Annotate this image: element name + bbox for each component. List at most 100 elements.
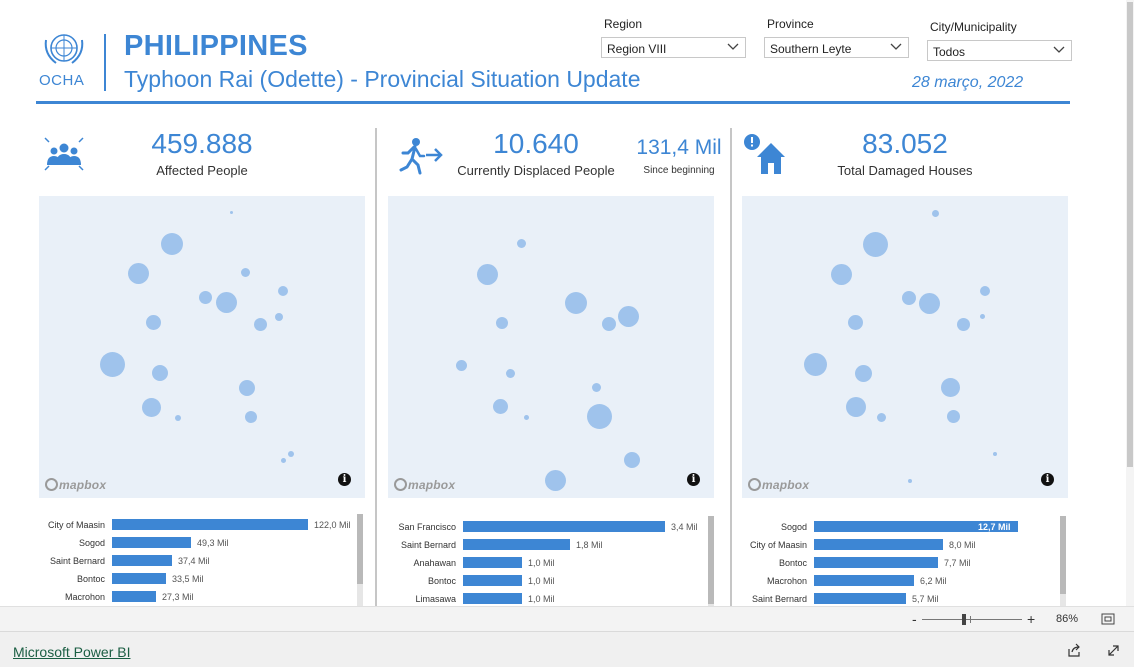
chart-scrollbar-thumb[interactable] <box>1060 516 1066 594</box>
bar[interactable] <box>463 575 522 586</box>
map-bubble[interactable] <box>128 263 149 284</box>
bar[interactable] <box>814 575 914 586</box>
powerbi-link[interactable]: Microsoft Power BI <box>13 644 130 660</box>
share-icon[interactable] <box>1067 643 1082 658</box>
mapbox-logo[interactable]: mapbox <box>45 478 106 492</box>
map-bubble[interactable] <box>855 365 872 382</box>
page-scrollbar[interactable] <box>1126 0 1134 606</box>
map-bubble[interactable] <box>281 458 286 463</box>
bar-row[interactable]: Limasawa 1,0 Mil <box>388 590 698 606</box>
bar[interactable] <box>814 539 943 550</box>
map-bubble[interactable] <box>618 306 639 327</box>
map-bubble[interactable] <box>239 380 255 396</box>
bar-row[interactable]: Sogod 49,3 Mil <box>39 534 349 552</box>
zoom-out-button[interactable]: - <box>912 611 917 627</box>
map-bubble[interactable] <box>175 415 181 421</box>
chart-scrollbar[interactable] <box>1060 516 1066 606</box>
bar-row[interactable]: Saint Bernard 5,7 Mil <box>742 590 1052 606</box>
map-bubble[interactable] <box>254 318 267 331</box>
damaged-houses-map[interactable]: mapbox i <box>742 196 1068 498</box>
zoom-slider[interactable] <box>922 614 1022 625</box>
map-bubble[interactable] <box>142 398 161 417</box>
bar[interactable] <box>112 573 166 584</box>
bar-row[interactable]: Macrohon 6,2 Mil <box>742 572 1052 590</box>
map-bubble[interactable] <box>565 292 587 314</box>
map-bubble[interactable] <box>216 292 237 313</box>
bar[interactable] <box>814 593 906 604</box>
bar-row[interactable]: City of Maasin 8,0 Mil <box>742 536 1052 554</box>
bar[interactable] <box>463 593 522 604</box>
map-bubble[interactable] <box>941 378 960 397</box>
map-bubble[interactable] <box>506 369 515 378</box>
bar-row[interactable]: Saint Bernard 37,4 Mil <box>39 552 349 570</box>
fit-to-page-icon[interactable] <box>1101 613 1115 625</box>
map-bubble[interactable] <box>199 291 212 304</box>
map-bubble[interactable] <box>932 210 939 217</box>
info-icon[interactable]: i <box>1041 473 1054 486</box>
map-bubble[interactable] <box>908 479 912 483</box>
page-scrollbar-thumb[interactable] <box>1127 2 1133 467</box>
map-bubble[interactable] <box>161 233 183 255</box>
bar-row[interactable]: Saint Bernard 1,8 Mil <box>388 536 698 554</box>
map-bubble[interactable] <box>545 470 566 491</box>
affected-people-map[interactable]: mapbox i <box>39 196 365 498</box>
map-bubble[interactable] <box>863 232 888 257</box>
map-bubble[interactable] <box>278 286 288 296</box>
map-bubble[interactable] <box>919 293 940 314</box>
map-bubble[interactable] <box>152 365 168 381</box>
map-bubble[interactable] <box>877 413 886 422</box>
bar-row[interactable]: Sogod 12,7 Mil <box>742 518 1052 536</box>
bar[interactable] <box>814 557 938 568</box>
info-icon[interactable]: i <box>687 473 700 486</box>
bar[interactable] <box>112 537 191 548</box>
bar[interactable] <box>112 519 308 530</box>
map-bubble[interactable] <box>592 383 601 392</box>
bar-row[interactable]: Anahawan 1,0 Mil <box>388 554 698 572</box>
zoom-in-button[interactable]: + <box>1027 611 1035 627</box>
map-bubble[interactable] <box>524 415 529 420</box>
bar-row[interactable]: City of Maasin 122,0 Mil <box>39 516 351 534</box>
map-bubble[interactable] <box>848 315 863 330</box>
displaced-people-map[interactable]: mapbox i <box>388 196 714 498</box>
region-filter-dropdown[interactable]: Region VIII <box>601 37 746 58</box>
bar-row[interactable]: San Francisco 3,4 Mil <box>388 518 698 536</box>
map-bubble[interactable] <box>804 353 827 376</box>
map-bubble[interactable] <box>493 399 508 414</box>
map-bubble[interactable] <box>993 452 997 456</box>
map-bubble[interactable] <box>587 404 612 429</box>
map-bubble[interactable] <box>831 264 852 285</box>
bar[interactable] <box>463 521 665 532</box>
city-filter-dropdown[interactable]: Todos <box>927 40 1072 61</box>
map-bubble[interactable] <box>517 239 526 248</box>
map-bubble[interactable] <box>100 352 125 377</box>
province-filter-dropdown[interactable]: Southern Leyte <box>764 37 909 58</box>
bar-row[interactable]: Macrohon 27,3 Mil <box>39 588 349 606</box>
bar-row[interactable]: Bontoc 1,0 Mil <box>388 572 698 590</box>
mapbox-logo[interactable]: mapbox <box>394 478 455 492</box>
map-bubble[interactable] <box>275 313 283 321</box>
map-bubble[interactable] <box>288 451 294 457</box>
map-bubble[interactable] <box>477 264 498 285</box>
map-bubble[interactable] <box>146 315 161 330</box>
map-bubble[interactable] <box>602 317 616 331</box>
map-bubble[interactable] <box>456 360 467 371</box>
bar[interactable] <box>112 555 172 566</box>
map-bubble[interactable] <box>230 211 233 214</box>
chart-scrollbar[interactable] <box>357 514 363 606</box>
bar-row[interactable]: Bontoc 7,7 Mil <box>742 554 1052 572</box>
map-bubble[interactable] <box>980 314 985 319</box>
map-bubble[interactable] <box>980 286 990 296</box>
info-icon[interactable]: i <box>338 473 351 486</box>
bar-row[interactable]: Bontoc 33,5 Mil <box>39 570 349 588</box>
map-bubble[interactable] <box>947 410 960 423</box>
map-bubble[interactable] <box>245 411 257 423</box>
map-bubble[interactable] <box>957 318 970 331</box>
bar[interactable] <box>463 539 570 550</box>
bar[interactable] <box>463 557 522 568</box>
bar[interactable] <box>112 591 156 602</box>
fullscreen-icon[interactable] <box>1106 643 1121 658</box>
zoom-slider-handle[interactable] <box>962 614 966 625</box>
map-bubble[interactable] <box>496 317 508 329</box>
mapbox-logo[interactable]: mapbox <box>748 478 809 492</box>
chart-scrollbar[interactable] <box>708 516 714 606</box>
